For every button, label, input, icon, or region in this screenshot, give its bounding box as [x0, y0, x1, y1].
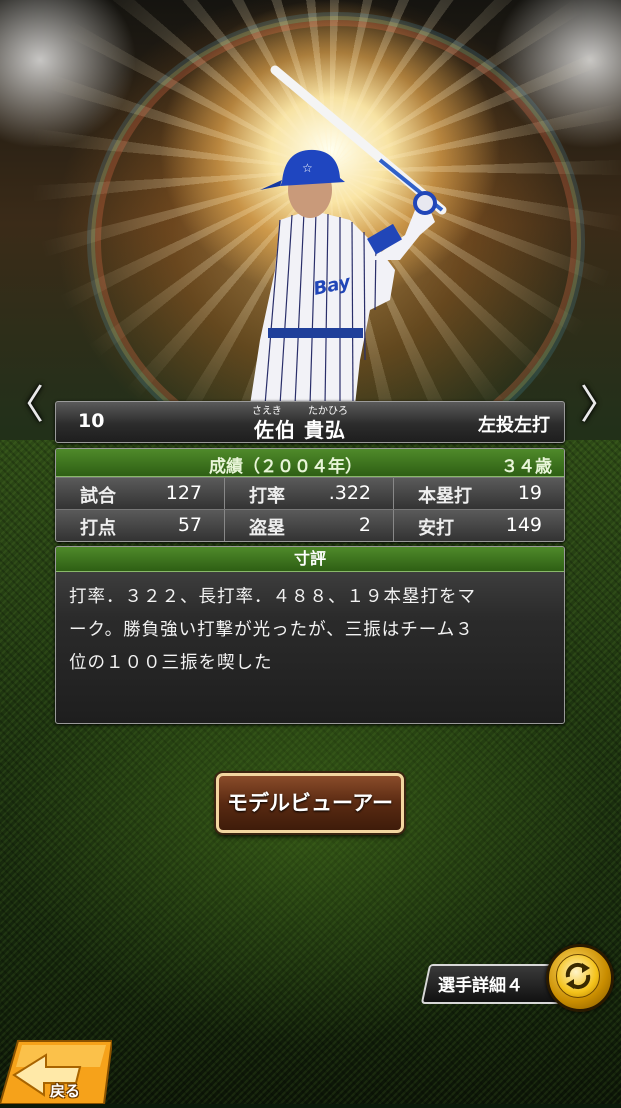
stats-header: 成績（２００４年） ３４歳 [56, 449, 564, 477]
throw-bat-info: 左投左打 [478, 415, 550, 436]
chevron-right-icon: 〉 [580, 382, 620, 428]
stat-value: 57 [177, 514, 202, 536]
back-button[interactable]: 戻る [0, 1037, 114, 1105]
stat-label: 盗塁 [249, 518, 285, 539]
stat-label: 安打 [418, 518, 454, 539]
stat-batting-average: 打率 .322 [225, 478, 394, 509]
stat-rbi: 打点 57 [56, 510, 225, 541]
stat-value: 149 [505, 514, 542, 536]
stat-label: 本塁打 [418, 486, 472, 507]
player-name-bar: 10 さえき たかひろ 佐伯 貴弘 左投左打 [55, 401, 565, 443]
prev-player-button[interactable]: 〈 [4, 382, 44, 428]
stats-panel: 成績（２００４年） ３４歳 試合 127 打率 .322 本塁打 19 打点 5… [55, 448, 565, 542]
back-label: 戻る [50, 1082, 81, 1100]
stat-stolen-bases: 盗塁 2 [225, 510, 394, 541]
stats-row: 打点 57 盗塁 2 安打 149 [56, 509, 564, 541]
stat-games: 試合 127 [56, 478, 225, 509]
comment-header: 寸評 [56, 547, 564, 572]
player-name: 佐伯 貴弘 [254, 418, 346, 442]
comment-text: 打率．３２２、長打率．４８８、１９本塁打をマ ーク。勝負強い打撃が光ったが、三振… [69, 581, 555, 680]
player-age: ３４歳 [501, 457, 552, 477]
stat-value: 19 [517, 482, 542, 504]
stat-value: .322 [328, 482, 371, 504]
comment-line: 打率．３２２、長打率．４８８、１９本塁打をマ [69, 587, 476, 607]
comment-panel: 寸評 打率．３２２、長打率．４８８、１９本塁打をマ ーク。勝負強い打撃が光ったが… [55, 546, 565, 724]
next-player-button[interactable]: 〉 [580, 382, 620, 428]
stat-value: 127 [165, 482, 202, 504]
stat-label: 試合 [80, 486, 116, 507]
comment-line: 位の１００三振を喫した [69, 653, 273, 673]
player-detail-label: 選手詳細４ [438, 976, 523, 996]
stat-hits: 安打 149 [394, 510, 564, 541]
svg-text:☆: ☆ [302, 161, 313, 175]
swap-button-inner [556, 954, 600, 998]
stats-row: 試合 127 打率 .322 本塁打 19 [56, 477, 564, 509]
stats-season-title: 成績（２００４年） [209, 457, 362, 477]
chevron-left-icon: 〈 [4, 382, 44, 428]
stat-label: 打率 [249, 486, 285, 507]
stat-value: 2 [358, 514, 371, 536]
stat-home-runs: 本塁打 19 [394, 478, 564, 509]
uniform-number: 10 [78, 410, 105, 432]
stat-label: 打点 [80, 518, 116, 539]
model-viewer-button[interactable]: モデルビューアー [216, 773, 404, 833]
swap-arrows-icon [565, 962, 591, 990]
player-image: ☆ Bay [250, 65, 447, 405]
swap-button[interactable] [546, 944, 614, 1012]
comment-line: ーク。勝負強い打撃が光ったが、三振はチーム３ [69, 620, 474, 640]
